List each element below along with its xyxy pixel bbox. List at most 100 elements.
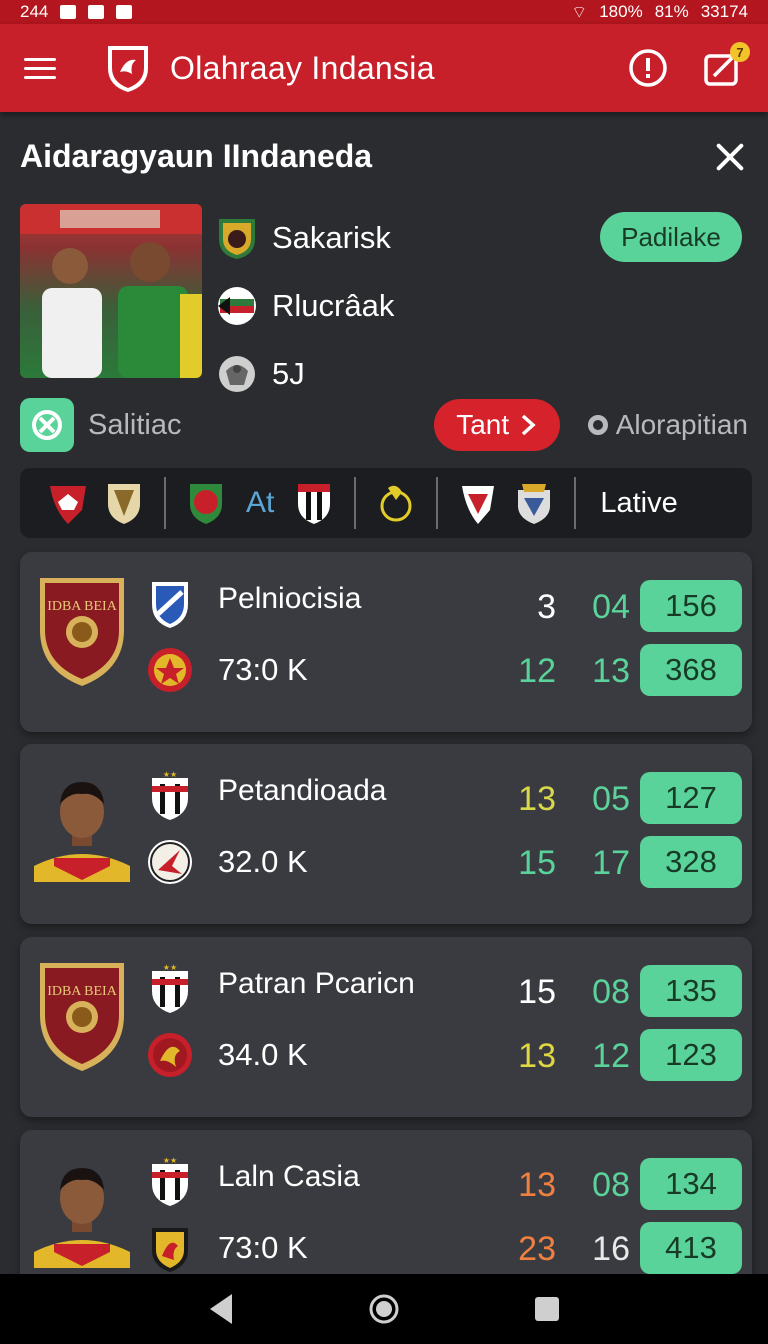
meta-label: Sakarisk (272, 220, 391, 255)
club-crest-icon (148, 840, 192, 884)
filter-text-item[interactable]: At (246, 486, 274, 520)
score-pill[interactable]: 413 (640, 1222, 742, 1274)
chevron-right-icon (521, 414, 536, 436)
notification-badge: 7 (730, 42, 750, 62)
status-pill[interactable]: Padilake (600, 212, 742, 262)
player-avatar (34, 1168, 130, 1268)
notifications-button[interactable]: 7 (700, 42, 750, 90)
player-card[interactable]: IDBA BEIA Pelniocisia 73:0 K 3 04 156 12 13 368 (20, 552, 752, 732)
club-crest-icon: ★★ (152, 963, 188, 1013)
notification-icon (88, 5, 105, 19)
score-pill[interactable]: 127 (640, 772, 742, 824)
stat-value: 08 (592, 1166, 630, 1204)
player-value: 73:0 K (218, 1230, 308, 1265)
svg-text:★★: ★★ (163, 770, 177, 779)
player-value: 73:0 K (218, 652, 308, 687)
crest-text: IDBA BEIA (47, 599, 118, 614)
location[interactable]: Alorapitian (587, 409, 748, 441)
score-pill[interactable]: 156 (640, 580, 742, 632)
club-crest-icon[interactable] (458, 480, 498, 526)
club-crest-icon[interactable] (376, 480, 416, 526)
score-pill[interactable]: 135 (640, 965, 742, 1017)
stat-value: 13 (518, 780, 556, 818)
club-crest-icon[interactable] (186, 480, 226, 526)
club-crest-icon (148, 1033, 192, 1077)
team-crest-icon (219, 219, 255, 259)
location-label: Alorapitian (615, 409, 748, 440)
meta-label: 5J (272, 356, 305, 391)
stat-value: 13 (518, 1037, 556, 1075)
stat-value: 16 (592, 1230, 630, 1268)
back-icon[interactable] (201, 1289, 241, 1329)
club-crest-icon: ★★ (152, 770, 188, 820)
content: Aidaragyaun IIndaneda Sakarisk Rlucrâak … (0, 112, 768, 1274)
filter-bar: At Lative (20, 468, 752, 538)
player-name: Pelniocisia (218, 582, 362, 615)
stat-value: 12 (518, 652, 556, 690)
action-label: Salitiac (88, 408, 182, 441)
stat-value: 17 (592, 844, 630, 882)
wifi-icon: ⌔ (571, 2, 588, 22)
score-pill[interactable]: 134 (640, 1158, 742, 1210)
page-title: Aidaragyaun IIndaneda (20, 138, 373, 174)
player-value: 34.0 K (218, 1037, 308, 1072)
navigation-bar (0, 1274, 768, 1344)
player-avatar (34, 782, 130, 882)
stat-value: 13 (518, 1166, 556, 1204)
flag-crest-icon (218, 287, 256, 325)
tant-button-label: Tant (456, 409, 510, 440)
club-crest-icon: IDBA BEIA (40, 963, 124, 1071)
meta-item: Rlucrâak (216, 272, 394, 340)
svg-text:★★: ★★ (163, 963, 177, 972)
player-card[interactable]: IDBA BEIA ★★ Patran Pcaricn 34.0 K 15 08 135 1… (20, 937, 752, 1117)
close-icon[interactable] (712, 139, 748, 175)
stat-value: 15 (518, 844, 556, 882)
score-pill[interactable]: 328 (640, 836, 742, 888)
status-battery-2: 81% (654, 2, 689, 21)
stat-value: 05 (592, 780, 630, 818)
meta-label: Rlucrâak (272, 288, 395, 323)
club-crest-icon: IDBA BEIA (40, 578, 124, 686)
location-icon (587, 415, 608, 435)
info-icon[interactable] (626, 46, 670, 90)
app-bar: Olahraay Indansia 7 (0, 24, 768, 112)
club-crest-icon (148, 648, 192, 692)
recents-icon[interactable] (527, 1289, 567, 1329)
club-crest-icon[interactable] (294, 480, 334, 526)
filter-active-item[interactable]: Lative (600, 487, 677, 520)
club-crest-icon: ★★ (152, 1156, 188, 1206)
status-clock: 33174 (700, 2, 748, 21)
tant-button[interactable]: Tant (433, 399, 560, 451)
stat-value: 13 (592, 652, 630, 690)
player-card[interactable]: ★★ Petandioada 32.0 K 13 05 127 15 17 328 (20, 744, 752, 924)
status-time: 244 (20, 2, 49, 21)
notification-icon (116, 5, 133, 19)
score-pill[interactable]: 368 (640, 644, 742, 696)
menu-icon[interactable] (24, 48, 64, 88)
match-photo (20, 204, 202, 378)
notification-icon (60, 5, 77, 19)
player-name: Patran Pcaricn (218, 967, 415, 1000)
app-badge-icon[interactable] (20, 398, 74, 452)
home-icon[interactable] (364, 1289, 404, 1329)
player-card[interactable]: ★★ Laln Casia 73:0 K 13 08 134 23 16 413 (20, 1130, 752, 1274)
club-crest-icon[interactable] (48, 480, 88, 526)
status-bar: 244 ⌔ 180% 81% 33174 (0, 0, 768, 24)
crest-text: IDBA BEIA (47, 984, 118, 999)
player-value: 32.0 K (218, 844, 308, 879)
score-pill[interactable]: 123 (640, 1029, 742, 1081)
stat-value: 3 (537, 588, 556, 626)
club-crest-icon[interactable] (514, 480, 554, 526)
meta-item: Sakarisk (216, 204, 394, 272)
eagle-crest-icon (219, 356, 255, 392)
app-title: Olahraay Indansia (170, 49, 435, 86)
stat-value: 12 (592, 1037, 630, 1075)
app-logo-icon (108, 46, 148, 92)
stat-value: 15 (518, 973, 556, 1011)
player-name: Laln Casia (218, 1160, 360, 1193)
club-crest-icon (152, 582, 188, 628)
player-name: Petandioada (218, 774, 387, 807)
club-crest-icon[interactable] (104, 480, 144, 526)
stat-value: 04 (592, 588, 630, 626)
svg-text:★★: ★★ (163, 1156, 177, 1165)
